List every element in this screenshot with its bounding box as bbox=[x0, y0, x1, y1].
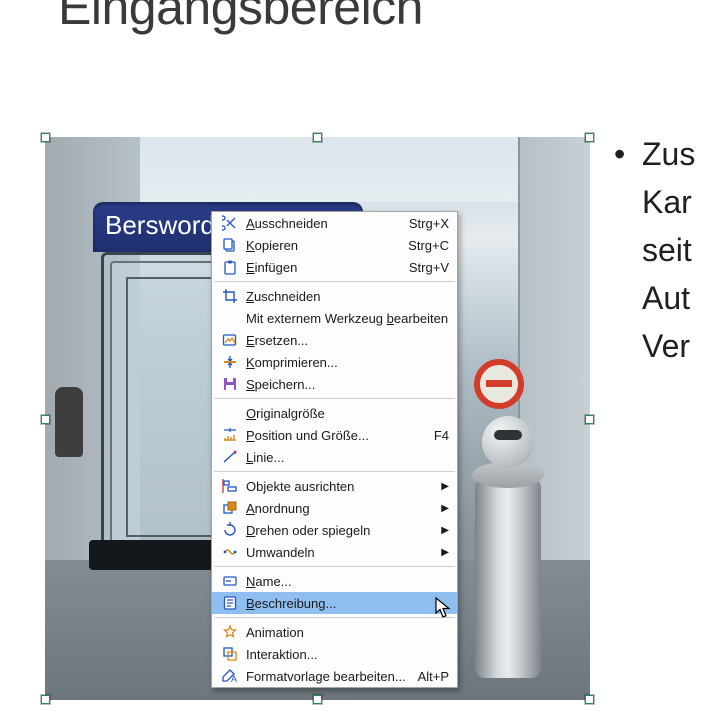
menu-item-replace[interactable]: Ersetzen... bbox=[212, 329, 457, 351]
context-menu: AusschneidenStrg+XKopierenStrg+CEinfügen… bbox=[211, 211, 458, 688]
scissors-icon bbox=[218, 215, 242, 231]
convert-icon bbox=[218, 544, 242, 560]
menu-item-save[interactable]: Speichern... bbox=[212, 373, 457, 395]
menu-item-rotate[interactable]: Drehen oder spiegeln▶ bbox=[212, 519, 457, 541]
menu-item-label: Objekte ausrichten bbox=[242, 479, 439, 494]
menu-item-shortcut: Alt+P bbox=[410, 669, 449, 684]
resize-handle[interactable] bbox=[585, 695, 594, 704]
menu-item-label: Einfügen bbox=[242, 260, 401, 275]
menu-item-ext-edit[interactable]: Mit externem Werkzeug bearbeiten bbox=[212, 307, 457, 329]
menu-item-align[interactable]: Objekte ausrichten▶ bbox=[212, 475, 457, 497]
possize-icon bbox=[218, 427, 242, 443]
star-icon bbox=[218, 624, 242, 640]
menu-item-convert[interactable]: Umwandeln▶ bbox=[212, 541, 457, 563]
menu-item-description[interactable]: Beschreibung... bbox=[212, 592, 457, 614]
menu-item-copy[interactable]: KopierenStrg+C bbox=[212, 234, 457, 256]
menu-item-name[interactable]: Name... bbox=[212, 570, 457, 592]
resize-handle[interactable] bbox=[585, 133, 594, 142]
replace-icon bbox=[218, 332, 242, 348]
nametag-icon bbox=[218, 573, 242, 589]
menu-item-label: Zuschneiden bbox=[242, 289, 449, 304]
menu-item-label: Formatvorlage bearbeiten... bbox=[242, 669, 410, 684]
menu-item-shortcut: Strg+C bbox=[400, 238, 449, 253]
menu-item-label: Komprimieren... bbox=[242, 355, 449, 370]
menu-item-edit-style[interactable]: Formatvorlage bearbeiten...Alt+P bbox=[212, 665, 457, 687]
menu-item-interaction[interactable]: Interaktion... bbox=[212, 643, 457, 665]
menu-separator bbox=[214, 617, 455, 618]
menu-item-label: Interaktion... bbox=[242, 647, 449, 662]
desc-icon bbox=[218, 595, 242, 611]
menu-item-label: Beschreibung... bbox=[242, 596, 449, 611]
menu-item-label: Kopieren bbox=[242, 238, 400, 253]
menu-separator bbox=[214, 566, 455, 567]
menu-item-label: Linie... bbox=[242, 450, 449, 465]
menu-separator bbox=[214, 281, 455, 282]
submenu-arrow-icon: ▶ bbox=[439, 525, 449, 536]
menu-item-label: Ausschneiden bbox=[242, 216, 401, 231]
menu-item-label: Drehen oder spiegeln bbox=[242, 523, 439, 538]
menu-item-arrange[interactable]: Anordnung▶ bbox=[212, 497, 457, 519]
resize-handle[interactable] bbox=[585, 415, 594, 424]
menu-item-shortcut: F4 bbox=[426, 428, 449, 443]
align-icon bbox=[218, 478, 242, 494]
paste-icon bbox=[218, 259, 242, 275]
arrange-icon bbox=[218, 500, 242, 516]
page-title: Eingangsbereich bbox=[58, 0, 423, 36]
submenu-arrow-icon: ▶ bbox=[439, 503, 449, 514]
resize-handle[interactable] bbox=[41, 695, 50, 704]
crop-icon bbox=[218, 288, 242, 304]
resize-handle[interactable] bbox=[313, 695, 322, 704]
menu-item-paste[interactable]: EinfügenStrg+V bbox=[212, 256, 457, 278]
line-icon bbox=[218, 449, 242, 465]
menu-item-possize[interactable]: Position und Größe...F4 bbox=[212, 424, 457, 446]
menu-item-compress[interactable]: Komprimieren... bbox=[212, 351, 457, 373]
menu-item-label: Umwandeln bbox=[242, 545, 439, 560]
menu-item-crop[interactable]: Zuschneiden bbox=[212, 285, 457, 307]
resize-handle[interactable] bbox=[313, 133, 322, 142]
menu-item-orig-size[interactable]: Originalgröße bbox=[212, 402, 457, 424]
menu-item-label: Speichern... bbox=[242, 377, 449, 392]
styleedit-icon bbox=[218, 668, 242, 684]
save-icon bbox=[218, 376, 242, 392]
no-entry-sign-icon bbox=[474, 359, 524, 409]
menu-item-label: Name... bbox=[242, 574, 449, 589]
menu-item-label: Mit externem Werkzeug bearbeiten bbox=[242, 311, 449, 326]
menu-separator bbox=[214, 471, 455, 472]
menu-item-label: Anordnung bbox=[242, 501, 439, 516]
menu-item-label: Originalgröße bbox=[242, 406, 449, 421]
submenu-arrow-icon: ▶ bbox=[439, 481, 449, 492]
rotate-icon bbox=[218, 522, 242, 538]
copy-icon bbox=[218, 237, 242, 253]
interact-icon bbox=[218, 646, 242, 662]
menu-item-label: Position und Größe... bbox=[242, 428, 426, 443]
submenu-arrow-icon: ▶ bbox=[439, 547, 449, 558]
bullet-text: ZusKarseitAutVer bbox=[614, 130, 712, 370]
menu-separator bbox=[214, 398, 455, 399]
menu-item-animation[interactable]: Animation bbox=[212, 621, 457, 643]
compress-icon bbox=[218, 354, 242, 370]
resize-handle[interactable] bbox=[41, 133, 50, 142]
menu-item-cut[interactable]: AusschneidenStrg+X bbox=[212, 212, 457, 234]
menu-item-shortcut: Strg+V bbox=[401, 260, 449, 275]
menu-item-label: Animation bbox=[242, 625, 449, 640]
menu-item-label: Ersetzen... bbox=[242, 333, 449, 348]
menu-item-shortcut: Strg+X bbox=[401, 216, 449, 231]
resize-handle[interactable] bbox=[41, 415, 50, 424]
menu-item-line[interactable]: Linie... bbox=[212, 446, 457, 468]
